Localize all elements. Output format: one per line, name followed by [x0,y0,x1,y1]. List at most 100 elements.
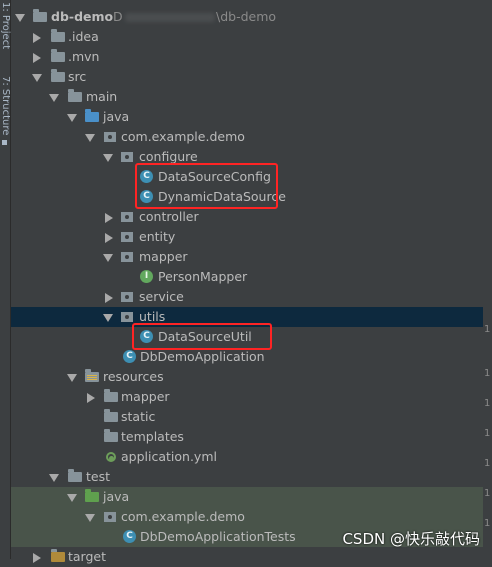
interface-icon: I [140,270,153,283]
folder-label: src [68,69,87,84]
project-path-suffix: \db-demo [216,9,277,24]
collapse-arrow-icon[interactable] [33,53,41,63]
class-label: DbDemoApplicationTests [140,529,296,544]
package-icon [104,132,116,142]
expand-arrow-icon[interactable] [15,14,25,22]
interface-label: PersonMapper [158,269,248,284]
collapse-arrow-icon[interactable] [105,233,113,243]
tree-row-test-package[interactable]: com.example.demo [11,507,483,527]
expand-arrow-icon[interactable] [103,254,113,262]
folder-icon [68,89,82,102]
expand-arrow-icon[interactable] [103,154,113,162]
tree-row-package[interactable]: com.example.demo [11,127,483,147]
tree-row-templates[interactable]: templates [11,427,483,447]
tree-row-dbdemoapplication[interactable]: C DbDemoApplication [11,347,483,367]
package-label: mapper [139,249,188,264]
package-label: entity [139,229,176,244]
collapse-arrow-icon[interactable] [105,293,113,303]
tree-row-project-root[interactable]: db-demo D \db-demo [11,7,483,27]
package-icon [121,292,133,302]
project-tool-tab[interactable]: 1: Project [0,2,11,49]
highlight-box-configure-classes [135,163,278,209]
tree-row-resources[interactable]: resources [11,367,483,387]
collapse-arrow-icon[interactable] [33,33,41,43]
spring-config-file-icon [105,451,117,463]
collapse-arrow-icon[interactable] [33,553,41,563]
resources-folder-icon [85,369,99,382]
tree-row-main[interactable]: main [11,87,483,107]
package-label: controller [139,209,199,224]
spring-boot-class-icon: C [123,350,136,363]
tree-row-resources-mapper[interactable]: mapper [11,387,483,407]
folder-label: mapper [121,389,170,404]
tree-row-src[interactable]: src [11,67,483,87]
tree-row-static[interactable]: static [11,407,483,427]
project-path-prefix: D [113,9,123,24]
excluded-folder-icon [51,549,65,562]
tree-row-mvn[interactable]: .mvn [11,47,483,67]
package-label: com.example.demo [121,509,245,524]
module-folder-icon [33,9,47,22]
class-label: DbDemoApplication [140,349,265,364]
collapse-arrow-icon[interactable] [87,393,95,403]
package-icon [121,252,133,262]
tree-row-controller[interactable]: controller [11,207,483,227]
package-label: service [139,289,184,304]
tree-row-test[interactable]: test [11,467,483,487]
right-gutter: 1 1 1 1 1 1 1 [483,0,492,559]
folder-icon [51,29,65,42]
expand-arrow-icon[interactable] [85,514,95,522]
folder-label: test [86,469,111,484]
folder-icon [51,49,65,62]
project-name: db-demo [51,9,114,24]
folder-icon [104,409,118,422]
folder-label: static [121,409,156,424]
expand-arrow-icon[interactable] [49,94,59,102]
expand-arrow-icon[interactable] [49,474,59,482]
folder-icon [104,389,118,402]
folder-label: templates [121,429,184,444]
structure-tool-tab[interactable]: 7: Structure [0,76,11,135]
highlight-box-datasourceutil [132,323,272,350]
expand-arrow-icon[interactable] [85,134,95,142]
project-tree: db-demo D \db-demo .idea .mvn src main j… [11,7,483,567]
tree-row-mapper[interactable]: mapper [11,247,483,267]
folder-label: resources [103,369,164,384]
tree-row-application-yml[interactable]: application.yml [11,447,483,467]
folder-icon [68,469,82,482]
package-icon [121,212,133,222]
tree-row-target[interactable]: target [11,547,483,567]
folder-label: java [103,109,130,124]
tree-row-personmapper[interactable]: I PersonMapper [11,267,483,287]
spring-boot-class-icon: C [123,530,136,543]
expand-arrow-icon[interactable] [67,494,77,502]
package-icon [104,512,116,522]
folder-icon [51,69,65,82]
folder-label: main [86,89,118,104]
source-folder-icon [85,109,99,122]
tree-row-java[interactable]: java [11,107,483,127]
expand-arrow-icon[interactable] [103,314,113,322]
redacted-path [125,13,215,22]
watermark: CSDN @快乐敲代码 [342,530,480,548]
expand-arrow-icon[interactable] [67,114,77,122]
package-icon [121,152,133,162]
folder-label: .mvn [68,49,100,64]
folder-label: java [103,489,130,504]
folder-icon [104,429,118,442]
package-icon [121,312,133,322]
tree-row-test-java[interactable]: java [11,487,483,507]
file-label: application.yml [121,449,217,464]
folder-label: target [68,549,107,564]
test-source-folder-icon [85,489,99,502]
folder-label: .idea [68,29,99,44]
tree-row-service[interactable]: service [11,287,483,307]
package-icon [121,232,133,242]
favorites-icon [2,140,7,145]
expand-arrow-icon[interactable] [67,374,77,382]
tree-row-entity[interactable]: entity [11,227,483,247]
package-label: com.example.demo [121,129,245,144]
expand-arrow-icon[interactable] [32,74,42,82]
collapse-arrow-icon[interactable] [105,213,113,223]
tree-row-idea[interactable]: .idea [11,27,483,47]
